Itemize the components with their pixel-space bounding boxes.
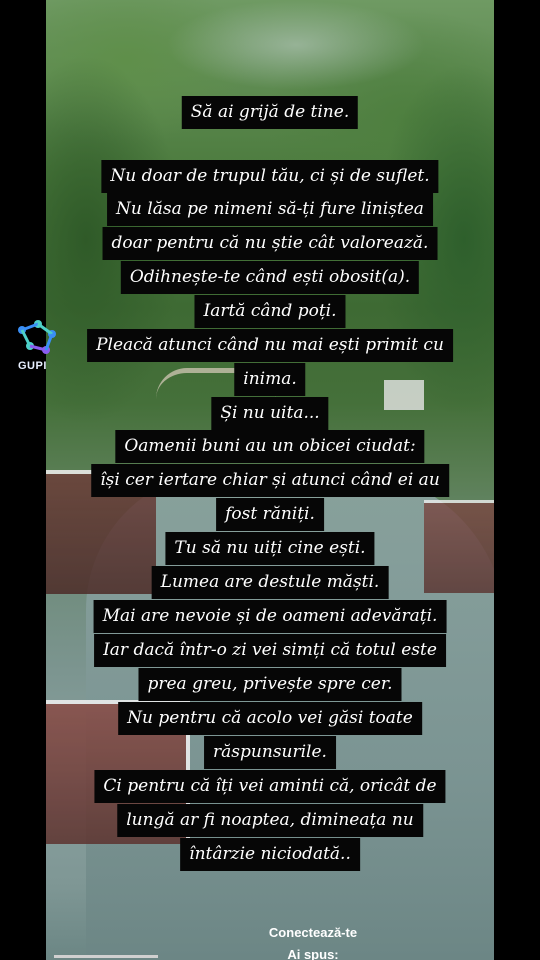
- text-line: Nu pentru că acolo vei găsi toate: [118, 702, 422, 735]
- text-line: lungă ar fi noaptea, dimineața nu: [117, 804, 423, 837]
- text-line: Oamenii buni au un obicei ciudat:: [115, 430, 425, 463]
- text-line: își cer iertare chiar și atunci când ei …: [91, 464, 449, 497]
- progress-track: [54, 955, 158, 958]
- text-line: doar pentru că nu știe cât valorează.: [102, 227, 438, 260]
- connect-caption[interactable]: Conectează-te: [0, 925, 540, 940]
- text-line: Ci pentru că îți vei aminti că, oricât d…: [94, 770, 446, 803]
- text-overlay: Să ai grijă de tine. Nu doar de trupul t…: [46, 0, 494, 900]
- text-line: întârzie niciodată..: [180, 838, 360, 871]
- text-line: Iartă când poți.: [194, 295, 346, 328]
- text-line: Iar dacă într-o zi vei simți că totul es…: [94, 634, 446, 667]
- text-line: Tu să nu uiți cine ești.: [165, 532, 375, 565]
- text-line: fost răniți.: [216, 498, 324, 531]
- text-line: Să ai grijă de tine.: [181, 96, 359, 129]
- text-line: Nu lăsa pe nimeni să-ți fure liniștea: [107, 193, 433, 226]
- text-line: Pleacă atunci când nu mai ești primit cu: [87, 329, 453, 362]
- caption-area: Conectează-te Ai spus:: [0, 920, 540, 960]
- text-line: Odihnește-te când ești obosit(a).: [120, 261, 420, 294]
- text-line: Mai are nevoie și de oameni adevărați.: [93, 600, 447, 633]
- text-line: răspunsurile.: [204, 736, 336, 769]
- text-line: inima.: [234, 363, 306, 396]
- you-said-caption: Ai spus:: [287, 947, 339, 960]
- text-line: Lumea are destule măști.: [151, 566, 389, 599]
- text-line: Și nu uita...: [211, 397, 329, 430]
- screen: GUPI Să ai grijă de tine. Nu doar de tru…: [0, 0, 540, 960]
- logo-label: GUPI: [18, 360, 47, 372]
- text-line: prea greu, privește spre cer.: [138, 668, 402, 701]
- text-line: Nu doar de trupul tău, ci și de suflet.: [101, 160, 439, 193]
